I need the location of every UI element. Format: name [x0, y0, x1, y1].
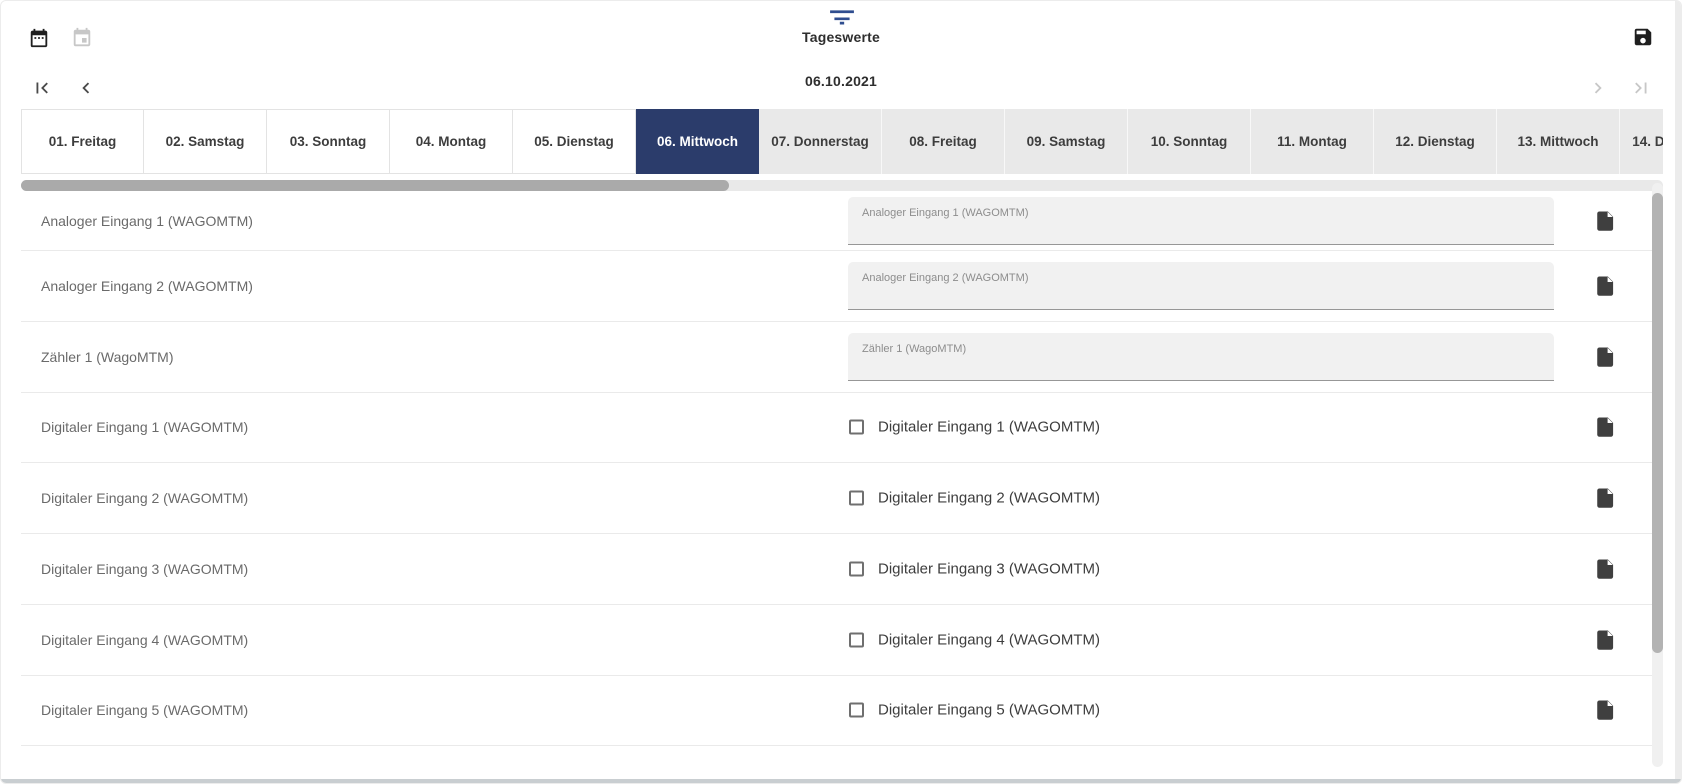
value-checkbox[interactable] — [849, 491, 864, 506]
value-text-field[interactable]: Analoger Eingang 1 (WAGOMTM) — [848, 197, 1554, 245]
vertical-scrollbar-thumb[interactable] — [1652, 193, 1663, 653]
row-label: Digitaler Eingang 4 (WAGOMTM) — [41, 632, 248, 648]
table-row: Zähler 1 (WagoMTM) Zähler 1 (WagoMTM) — [21, 322, 1652, 393]
copy-document-icon[interactable] — [1596, 558, 1615, 579]
row-label: Digitaler Eingang 1 (WAGOMTM) — [41, 419, 248, 435]
copy-document-icon[interactable] — [1596, 417, 1615, 438]
table-row: Digitaler Eingang 3 (WAGOMTM) Digitaler E… — [21, 534, 1652, 605]
copy-document-icon[interactable] — [1596, 210, 1615, 231]
tab-02-samstag[interactable]: 02. Samstag — [144, 109, 267, 174]
page-title: Tageswerte — [1, 29, 1681, 45]
tab-07-donnerstag[interactable]: 07. Donnerstag — [759, 109, 882, 174]
checkbox-label: Digitaler Eingang 4 (WAGOMTM) — [878, 631, 1100, 648]
value-text-field[interactable]: Zähler 1 (WagoMTM) — [848, 333, 1554, 381]
table-row: Digitaler Eingang 1 (WAGOMTM) Digitaler E… — [21, 393, 1652, 464]
tab-05-dienstag[interactable]: 05. Dienstag — [513, 109, 636, 174]
copy-document-icon[interactable] — [1596, 488, 1615, 509]
checkbox-label: Digitaler Eingang 5 (WAGOMTM) — [878, 702, 1100, 719]
checkbox-label: Digitaler Eingang 2 (WAGOMTM) — [878, 490, 1100, 507]
chevron-right-icon[interactable] — [1587, 77, 1609, 99]
value-rows: Analoger Eingang 1 (WAGOMTM) Analoger Ein… — [21, 191, 1652, 746]
checkbox-label: Digitaler Eingang 1 (WAGOMTM) — [878, 419, 1100, 436]
panel-bottom-edge — [1, 779, 1682, 784]
row-label: Digitaler Eingang 2 (WAGOMTM) — [41, 490, 248, 506]
value-checkbox[interactable] — [849, 420, 864, 435]
row-label: Digitaler Eingang 5 (WAGOMTM) — [41, 702, 248, 718]
copy-document-icon[interactable] — [1596, 629, 1615, 650]
copy-document-icon[interactable] — [1596, 700, 1615, 721]
tab-12-dienstag[interactable]: 12. Dienstag — [1374, 109, 1497, 174]
last-page-icon[interactable] — [1630, 77, 1652, 99]
day-tabs: 01. Freitag02. Samstag03. Sonntag04. Mon… — [21, 109, 1663, 174]
row-label: Analoger Eingang 1 (WAGOMTM) — [41, 213, 253, 229]
copy-document-icon[interactable] — [1596, 346, 1615, 367]
panel-right-edge — [1675, 1, 1682, 784]
tab-06-mittwoch[interactable]: 06. Mittwoch — [636, 109, 759, 174]
tab-03-sonntag[interactable]: 03. Sonntag — [267, 109, 390, 174]
table-row: Digitaler Eingang 4 (WAGOMTM) Digitaler E… — [21, 605, 1652, 676]
value-text-field[interactable]: Analoger Eingang 2 (WAGOMTM) — [848, 262, 1554, 310]
tab-01-freitag[interactable]: 01. Freitag — [21, 109, 144, 174]
row-label: Digitaler Eingang 3 (WAGOMTM) — [41, 561, 248, 577]
tab-10-sonntag[interactable]: 10. Sonntag — [1128, 109, 1251, 174]
field-label: Analoger Eingang 2 (WAGOMTM) — [862, 272, 1028, 284]
horizontal-scrollbar-track — [21, 180, 1663, 191]
tab-08-freitag[interactable]: 08. Freitag — [882, 109, 1005, 174]
value-checkbox[interactable] — [849, 703, 864, 718]
tageswerte-panel: Tageswerte 06.10.2021 01. Freitag02. Sam… — [0, 0, 1682, 784]
checkbox-label: Digitaler Eingang 3 (WAGOMTM) — [878, 560, 1100, 577]
table-row: Analoger Eingang 2 (WAGOMTM) Analoger Ein… — [21, 251, 1652, 322]
copy-document-icon[interactable] — [1596, 275, 1615, 296]
table-row: Digitaler Eingang 5 (WAGOMTM) Digitaler E… — [21, 676, 1652, 747]
save-icon[interactable] — [1632, 26, 1654, 48]
field-label: Zähler 1 (WagoMTM) — [862, 343, 966, 355]
row-label: Zähler 1 (WagoMTM) — [41, 349, 174, 365]
tab-09-samstag[interactable]: 09. Samstag — [1005, 109, 1128, 174]
tab-04-montag[interactable]: 04. Montag — [390, 109, 513, 174]
value-checkbox[interactable] — [849, 632, 864, 647]
horizontal-scrollbar-thumb[interactable] — [21, 180, 729, 191]
selected-date: 06.10.2021 — [1, 73, 1681, 89]
row-label: Analoger Eingang 2 (WAGOMTM) — [41, 278, 253, 294]
table-row: Analoger Eingang 1 (WAGOMTM) Analoger Ein… — [21, 191, 1652, 251]
value-checkbox[interactable] — [849, 561, 864, 576]
filter-icon[interactable] — [829, 8, 855, 28]
tab-13-mittwoch[interactable]: 13. Mittwoch — [1497, 109, 1620, 174]
field-label: Analoger Eingang 1 (WAGOMTM) — [862, 207, 1028, 219]
table-row: Digitaler Eingang 2 (WAGOMTM) Digitaler E… — [21, 463, 1652, 534]
tab-11-montag[interactable]: 11. Montag — [1251, 109, 1374, 174]
tab-14-donnerstag[interactable]: 14. Donnerstag — [1620, 109, 1663, 174]
